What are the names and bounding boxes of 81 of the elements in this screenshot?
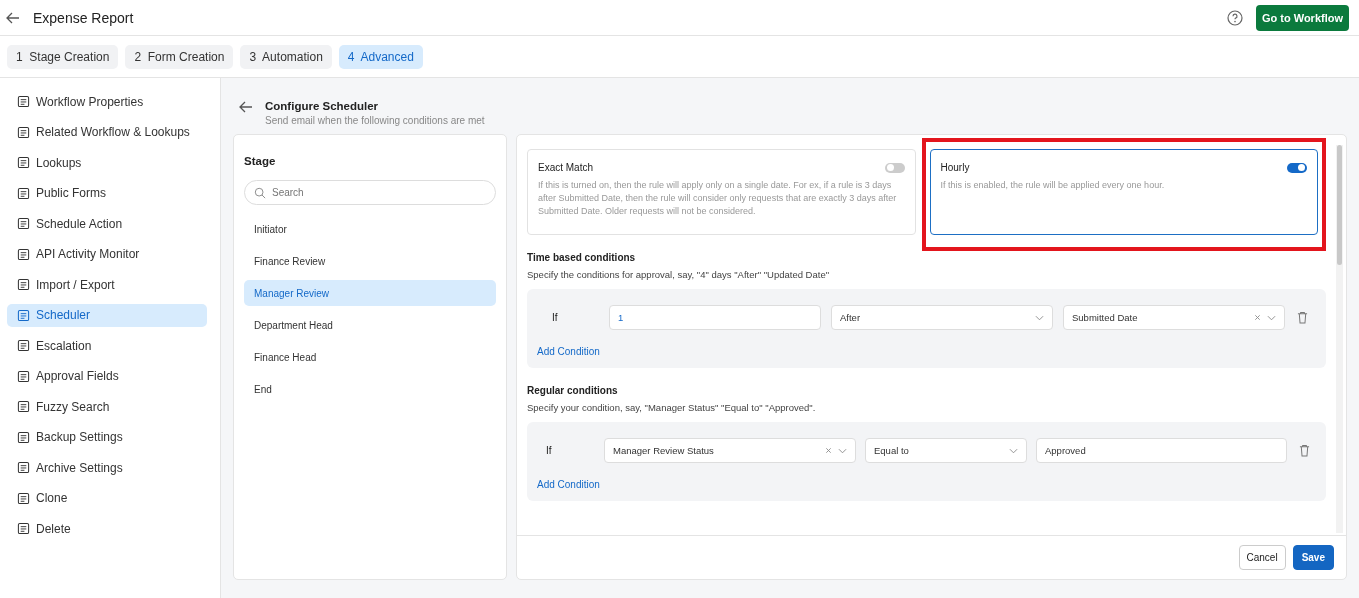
back-arrow-icon[interactable] xyxy=(239,101,253,113)
search-field[interactable]: Search xyxy=(244,180,496,205)
chevron-down-icon xyxy=(1267,314,1276,321)
page-title: Expense Report xyxy=(33,9,134,26)
sidebar-item[interactable]: Related Workflow & Lookups xyxy=(7,120,207,144)
chevron-down-icon xyxy=(1035,314,1044,321)
document-icon xyxy=(17,247,30,261)
option-description: If this is turned on, then the rule will apply only on a single date. For ex, if a rule is 3 days after Submitted Date, then the rule will consider only requests that are exactly 3 days after Submitted Date. Older requests will not be considered. xyxy=(538,179,898,219)
add-condition-link[interactable]: Add Condition xyxy=(537,479,1316,490)
document-icon xyxy=(17,308,30,322)
toggle-switch[interactable] xyxy=(1287,162,1307,173)
step-tab[interactable]: 3 Automation xyxy=(240,44,332,69)
document-icon xyxy=(17,461,30,475)
sidebar-item[interactable]: Public Forms xyxy=(7,181,207,205)
add-condition-link[interactable]: Add Condition xyxy=(537,346,1316,357)
sidebar-item[interactable]: Escalation xyxy=(7,334,207,358)
document-icon xyxy=(17,369,30,383)
clear-icon[interactable] xyxy=(1254,314,1261,321)
scrollbar[interactable] xyxy=(1336,145,1343,533)
sidebar-item[interactable]: Lookups xyxy=(7,151,207,175)
stage-item[interactable]: Manager Review xyxy=(244,280,496,306)
conditions-hint: Specify your condition, say, "Manager Status" "Equal to" "Approved". xyxy=(527,402,817,413)
chevron-down-icon xyxy=(1009,447,1018,454)
option-description: If this is enabled, the rule will be applied every one hour. xyxy=(940,179,1166,192)
sidebar-item[interactable]: Archive Settings xyxy=(7,456,207,480)
sidebar-item[interactable]: Schedule Action xyxy=(7,212,207,236)
stage-item[interactable]: Department Head xyxy=(244,312,496,338)
if-label: If xyxy=(546,445,553,456)
document-icon xyxy=(17,95,30,109)
trash-icon[interactable] xyxy=(1299,444,1310,457)
value-field[interactable]: Approved xyxy=(1036,438,1287,463)
sidebar-item[interactable]: Backup Settings xyxy=(7,425,207,449)
step-tab[interactable]: 4 Advanced xyxy=(338,44,423,69)
stage-item[interactable]: Initiator xyxy=(244,216,496,242)
sidebar-item[interactable]: API Activity Monitor xyxy=(7,242,207,266)
document-icon xyxy=(17,339,30,353)
search-icon xyxy=(254,187,266,199)
sidebar-item[interactable]: Delete xyxy=(7,517,207,541)
conditions-title: Time based conditions xyxy=(527,252,637,263)
conditions-title: Regular conditions xyxy=(527,385,619,396)
document-icon xyxy=(17,491,30,505)
sidebar-item[interactable]: Approval Fields xyxy=(7,364,207,388)
sidebar-item[interactable]: Workflow Properties xyxy=(7,90,207,114)
sidebar-item[interactable]: Scheduler xyxy=(7,303,207,327)
step-tab[interactable]: 1 Stage Creation xyxy=(7,44,119,69)
value-field[interactable]: 1 xyxy=(609,305,821,330)
document-icon xyxy=(17,125,30,139)
document-icon xyxy=(17,278,30,292)
section-title: Configure Scheduler xyxy=(265,100,380,112)
chevron-down-icon xyxy=(838,447,847,454)
select-field[interactable]: Manager Review Status xyxy=(604,438,856,463)
select-field[interactable]: Equal to xyxy=(865,438,1027,463)
toggle-switch[interactable] xyxy=(884,162,905,173)
back-arrow-icon[interactable] xyxy=(6,11,20,24)
stage-item[interactable]: End xyxy=(244,376,496,402)
sidebar-item[interactable]: Fuzzy Search xyxy=(7,395,207,419)
option-title: Exact Match xyxy=(538,162,594,173)
save-button[interactable]: Save xyxy=(1292,545,1334,570)
document-icon xyxy=(17,217,30,231)
document-icon xyxy=(17,400,30,414)
stage-item[interactable]: Finance Review xyxy=(244,248,496,274)
document-icon xyxy=(17,522,30,536)
help-icon[interactable] xyxy=(1226,9,1243,26)
select-field[interactable]: Submitted Date xyxy=(1063,305,1285,330)
select-field[interactable]: After xyxy=(831,305,1053,330)
sidebar-item[interactable]: Clone xyxy=(7,486,207,510)
sidebar-item[interactable]: Import / Export xyxy=(7,273,207,297)
go-to-workflow-button[interactable]: Go to Workflow xyxy=(1255,4,1349,31)
if-label: If xyxy=(552,312,559,323)
panel-title: Stage xyxy=(244,155,277,167)
document-icon xyxy=(17,156,30,170)
clear-icon[interactable] xyxy=(825,447,832,454)
document-icon xyxy=(17,186,30,200)
trash-icon[interactable] xyxy=(1297,311,1308,324)
stage-item[interactable]: Finance Head xyxy=(244,344,496,370)
conditions-hint: Specify the conditions for approval, say, "4" days "After" "Updated Date" xyxy=(527,269,831,280)
document-icon xyxy=(17,430,30,444)
section-subtitle: Send email when the following conditions are met xyxy=(265,115,485,126)
option-title: Hourly xyxy=(940,162,970,173)
cancel-button[interactable]: Cancel xyxy=(1238,545,1286,570)
step-tab[interactable]: 2 Form Creation xyxy=(125,44,234,69)
